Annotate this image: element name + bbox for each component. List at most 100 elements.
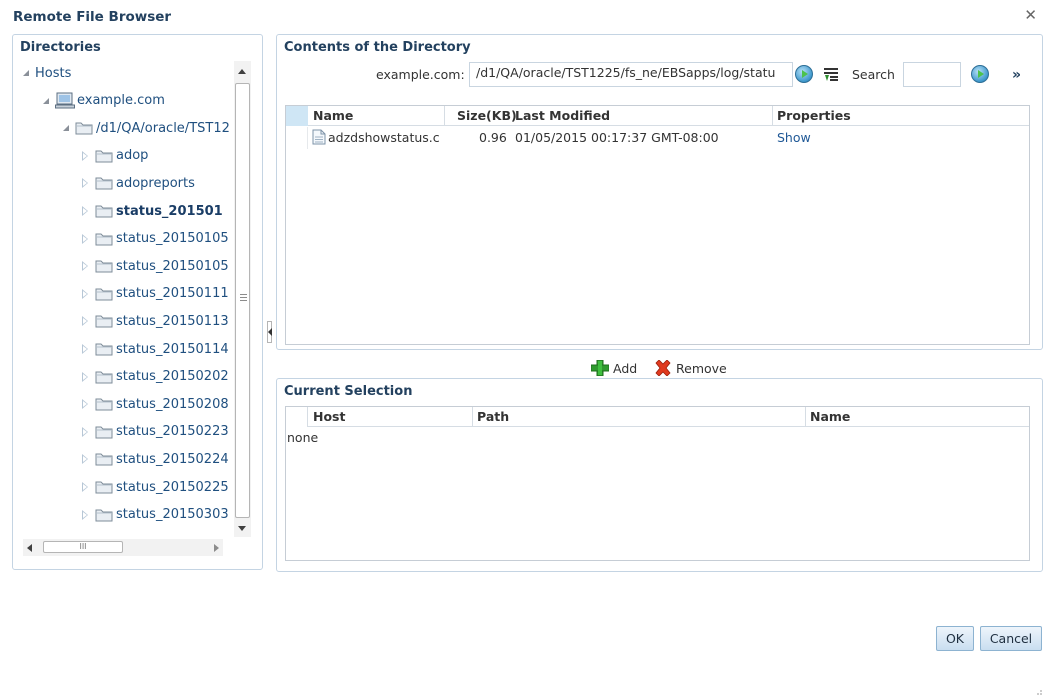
folder-icon	[95, 343, 113, 356]
panel-splitter-collapse[interactable]	[267, 321, 272, 343]
expand-triangle-icon[interactable]	[82, 316, 89, 327]
expand-triangle-icon[interactable]	[82, 482, 89, 492]
collapse-triangle-icon[interactable]	[43, 97, 49, 104]
expand-triangle-icon[interactable]	[82, 150, 89, 161]
path-go-icon[interactable]	[795, 65, 813, 83]
file-modified: 01/05/2015 00:17:37 GMT-08:00	[515, 130, 719, 145]
folder-icon	[95, 398, 113, 411]
selection-table: Host Path Name none	[285, 406, 1030, 561]
tree-node-label: status_20150105	[116, 258, 229, 274]
tree-node[interactable]: /d1/QA/oracle/TST12	[63, 116, 230, 140]
tree-node[interactable]: status_20150225	[82, 475, 229, 499]
tree-node[interactable]: status_20150224	[82, 447, 229, 471]
folder-icon	[95, 150, 113, 163]
column-header-modified[interactable]: Last Modified	[515, 108, 610, 123]
add-button[interactable]: Add	[591, 359, 637, 377]
path-toolbar: example.com: /d1/QA/oracle/TST1225/fs_ne…	[277, 62, 1042, 90]
folder-icon	[95, 481, 113, 494]
filter-icon[interactable]	[823, 66, 839, 82]
tree-node[interactable]: status_20150208	[82, 392, 229, 416]
expand-triangle-icon[interactable]	[82, 344, 89, 354]
path-input[interactable]: /d1/QA/oracle/TST1225/fs_ne/EBSapps/log/…	[469, 62, 793, 87]
tree-node[interactable]: status_20150303	[82, 503, 229, 527]
close-icon[interactable]: ✕	[1024, 8, 1037, 23]
current-selection-header: Current Selection	[284, 384, 413, 399]
tree-node-label: status_20150208	[116, 396, 229, 412]
resize-grip-icon[interactable]	[1033, 686, 1043, 696]
select-all-cell[interactable]	[286, 106, 308, 126]
scroll-left-icon[interactable]	[27, 544, 32, 552]
scroll-up-icon[interactable]	[238, 69, 246, 74]
column-header-path[interactable]: Path	[477, 409, 509, 424]
file-icon	[312, 129, 326, 145]
folder-icon	[95, 288, 113, 301]
table-row[interactable]: adzdshowstatus.c 0.96 01/05/2015 00:17:3…	[286, 127, 1029, 149]
collapse-triangle-icon[interactable]	[63, 125, 69, 132]
tree-node[interactable]: adop	[82, 144, 148, 168]
search-go-icon[interactable]	[971, 65, 989, 83]
tree-node[interactable]: Hosts	[23, 61, 71, 85]
tree-node[interactable]: status_20150223	[82, 420, 229, 444]
tree-hscroll-thumb[interactable]: III	[43, 541, 123, 553]
expand-triangle-icon[interactable]	[82, 426, 89, 437]
collapse-triangle-icon[interactable]	[23, 70, 29, 76]
tree-node[interactable]: adopreports	[82, 171, 195, 195]
column-header-sel-name[interactable]: Name	[810, 409, 850, 424]
remove-x-icon	[655, 360, 671, 376]
tree-node[interactable]: status_20150105	[82, 227, 229, 251]
tree-node[interactable]: status_20150111	[82, 282, 229, 306]
properties-show-link[interactable]: Show	[777, 130, 811, 145]
tree-node-label: status_201501	[116, 203, 223, 219]
directories-panel: Directories Hosts example.com/d1/QA/oracl…	[12, 34, 263, 570]
tree-node-label: adopreports	[116, 175, 195, 191]
expand-triangle-icon[interactable]	[82, 178, 89, 189]
column-header-size[interactable]: Size(KB)	[457, 108, 517, 123]
tree-scroll-thumb[interactable]	[235, 83, 250, 518]
expand-triangle-icon[interactable]	[82, 509, 89, 520]
tree-node-label: status_20150202	[116, 369, 229, 385]
row-select-cell[interactable]	[286, 127, 308, 149]
folder-icon	[95, 453, 113, 466]
expand-triangle-icon[interactable]	[82, 206, 89, 216]
column-header-host[interactable]: Host	[313, 409, 345, 424]
scroll-right-icon[interactable]	[214, 544, 219, 552]
directories-header: Directories	[20, 40, 101, 55]
remove-button[interactable]: Remove	[654, 359, 727, 377]
tree-node[interactable]: status_20150114	[82, 337, 229, 361]
file-name[interactable]: adzdshowstatus.c	[328, 130, 444, 145]
expand-triangle-icon[interactable]	[82, 261, 89, 272]
tree-node[interactable]: example.com	[43, 89, 165, 113]
tree-node[interactable]: status_20150113	[82, 309, 229, 333]
selection-select-cell[interactable]	[286, 407, 308, 427]
ok-button[interactable]: OK	[936, 626, 974, 651]
contents-panel: Contents of the Directory example.com: /…	[276, 34, 1043, 350]
more-icon[interactable]: »	[1012, 67, 1021, 83]
search-label: Search	[852, 67, 895, 82]
tree-node[interactable]: status_20150105	[82, 254, 229, 278]
expand-triangle-icon[interactable]	[82, 288, 89, 299]
host-label: example.com:	[376, 67, 465, 82]
host-icon	[55, 92, 75, 109]
add-plus-icon	[591, 360, 609, 376]
folder-icon	[95, 233, 113, 246]
tree-horizontal-scrollbar[interactable]: III	[23, 539, 223, 556]
expand-triangle-icon[interactable]	[82, 233, 89, 244]
search-input[interactable]	[903, 62, 961, 87]
folder-icon	[95, 509, 113, 522]
tree-node[interactable]: status_201501	[82, 199, 223, 223]
cancel-button[interactable]: Cancel	[980, 626, 1042, 651]
folder-icon	[95, 177, 113, 190]
scroll-down-icon[interactable]	[238, 526, 246, 531]
column-header-properties[interactable]: Properties	[777, 108, 851, 123]
expand-triangle-icon[interactable]	[82, 399, 89, 410]
tree-node[interactable]: status_20150202	[82, 365, 229, 389]
tree-node-label: status_20150105	[116, 231, 229, 247]
tree-vertical-scrollbar[interactable]	[234, 61, 251, 537]
folder-icon	[75, 122, 93, 135]
expand-triangle-icon[interactable]	[82, 371, 89, 382]
dialog-title: Remote File Browser	[13, 9, 172, 25]
column-header-name[interactable]: Name	[313, 108, 353, 123]
tree-node-label: /d1/QA/oracle/TST12	[96, 120, 230, 136]
expand-triangle-icon[interactable]	[82, 454, 89, 465]
contents-table-header: Name Size(KB) Last Modified Properties	[286, 106, 1029, 126]
